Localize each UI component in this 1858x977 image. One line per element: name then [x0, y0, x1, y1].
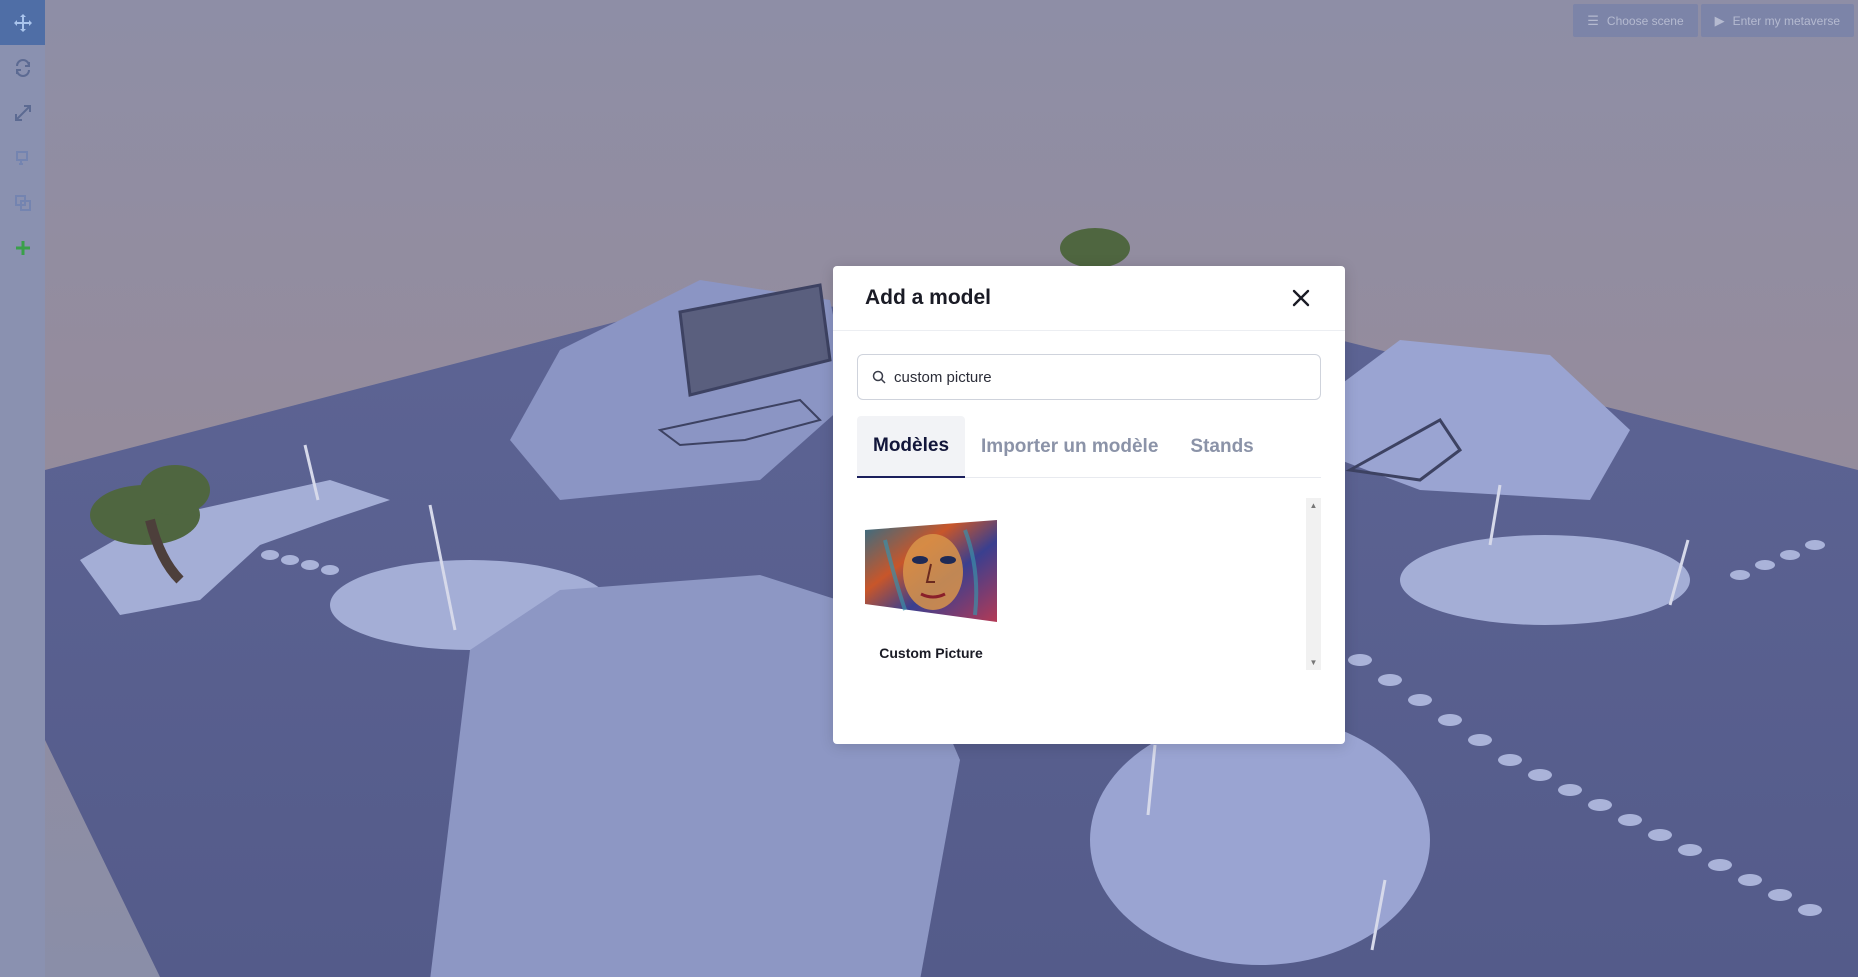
- rotate-tool-button[interactable]: [0, 45, 45, 90]
- close-icon: [1292, 289, 1310, 307]
- dialog-title: Add a model: [865, 286, 992, 309]
- copy-tool-button[interactable]: [0, 135, 45, 180]
- left-toolbar: [0, 0, 45, 977]
- move-icon: [13, 13, 32, 32]
- duplicate-tool-button[interactable]: [0, 180, 45, 225]
- scroll-down-icon[interactable]: ▼: [1306, 655, 1321, 670]
- play-icon: ▶: [1714, 12, 1725, 28]
- add-icon: [15, 240, 30, 255]
- tab-stands[interactable]: Stands: [1174, 416, 1269, 478]
- tab-modeles[interactable]: Modèles: [857, 416, 966, 478]
- model-tabs: Modèles Importer un modèle Stands: [857, 416, 1321, 478]
- search-icon: [872, 370, 886, 384]
- dialog-header: Add a model: [833, 266, 1345, 331]
- enter-metaverse-button[interactable]: ▶ Enter my metaverse: [1700, 4, 1854, 37]
- choose-scene-button[interactable]: ☰ Choose scene: [1573, 4, 1698, 37]
- model-card-custom-picture[interactable]: Custom Picture: [865, 520, 997, 661]
- search-input[interactable]: [894, 368, 1294, 386]
- duplicate-icon: [14, 194, 31, 211]
- scale-tool-button[interactable]: [0, 90, 45, 135]
- rotate-icon: [15, 58, 30, 77]
- custom-picture-thumbnail: [865, 520, 997, 622]
- search-box[interactable]: [857, 354, 1321, 400]
- close-button[interactable]: [1289, 286, 1313, 310]
- copy-icon: [15, 150, 28, 165]
- scroll-up-icon[interactable]: ▲: [1306, 498, 1321, 513]
- grid-scrollbar[interactable]: ▲ ▼: [1306, 498, 1321, 670]
- enter-metaverse-label: Enter my metaverse: [1732, 13, 1840, 28]
- add-model-dialog: Add a model Modèles Importer un modèle S…: [833, 266, 1345, 744]
- add-tool-button[interactable]: [0, 225, 45, 270]
- model-label: Custom Picture: [879, 645, 983, 661]
- models-grid: Custom Picture ▲ ▼: [857, 498, 1321, 670]
- top-right-buttons: ☰ Choose scene ▶ Enter my metaverse: [1573, 4, 1854, 37]
- tab-importer-un-modele[interactable]: Importer un modèle: [965, 416, 1174, 478]
- move-tool-button[interactable]: [0, 0, 45, 45]
- choose-scene-label: Choose scene: [1606, 13, 1684, 28]
- list-icon: ☰: [1587, 12, 1599, 28]
- scale-icon: [14, 104, 31, 121]
